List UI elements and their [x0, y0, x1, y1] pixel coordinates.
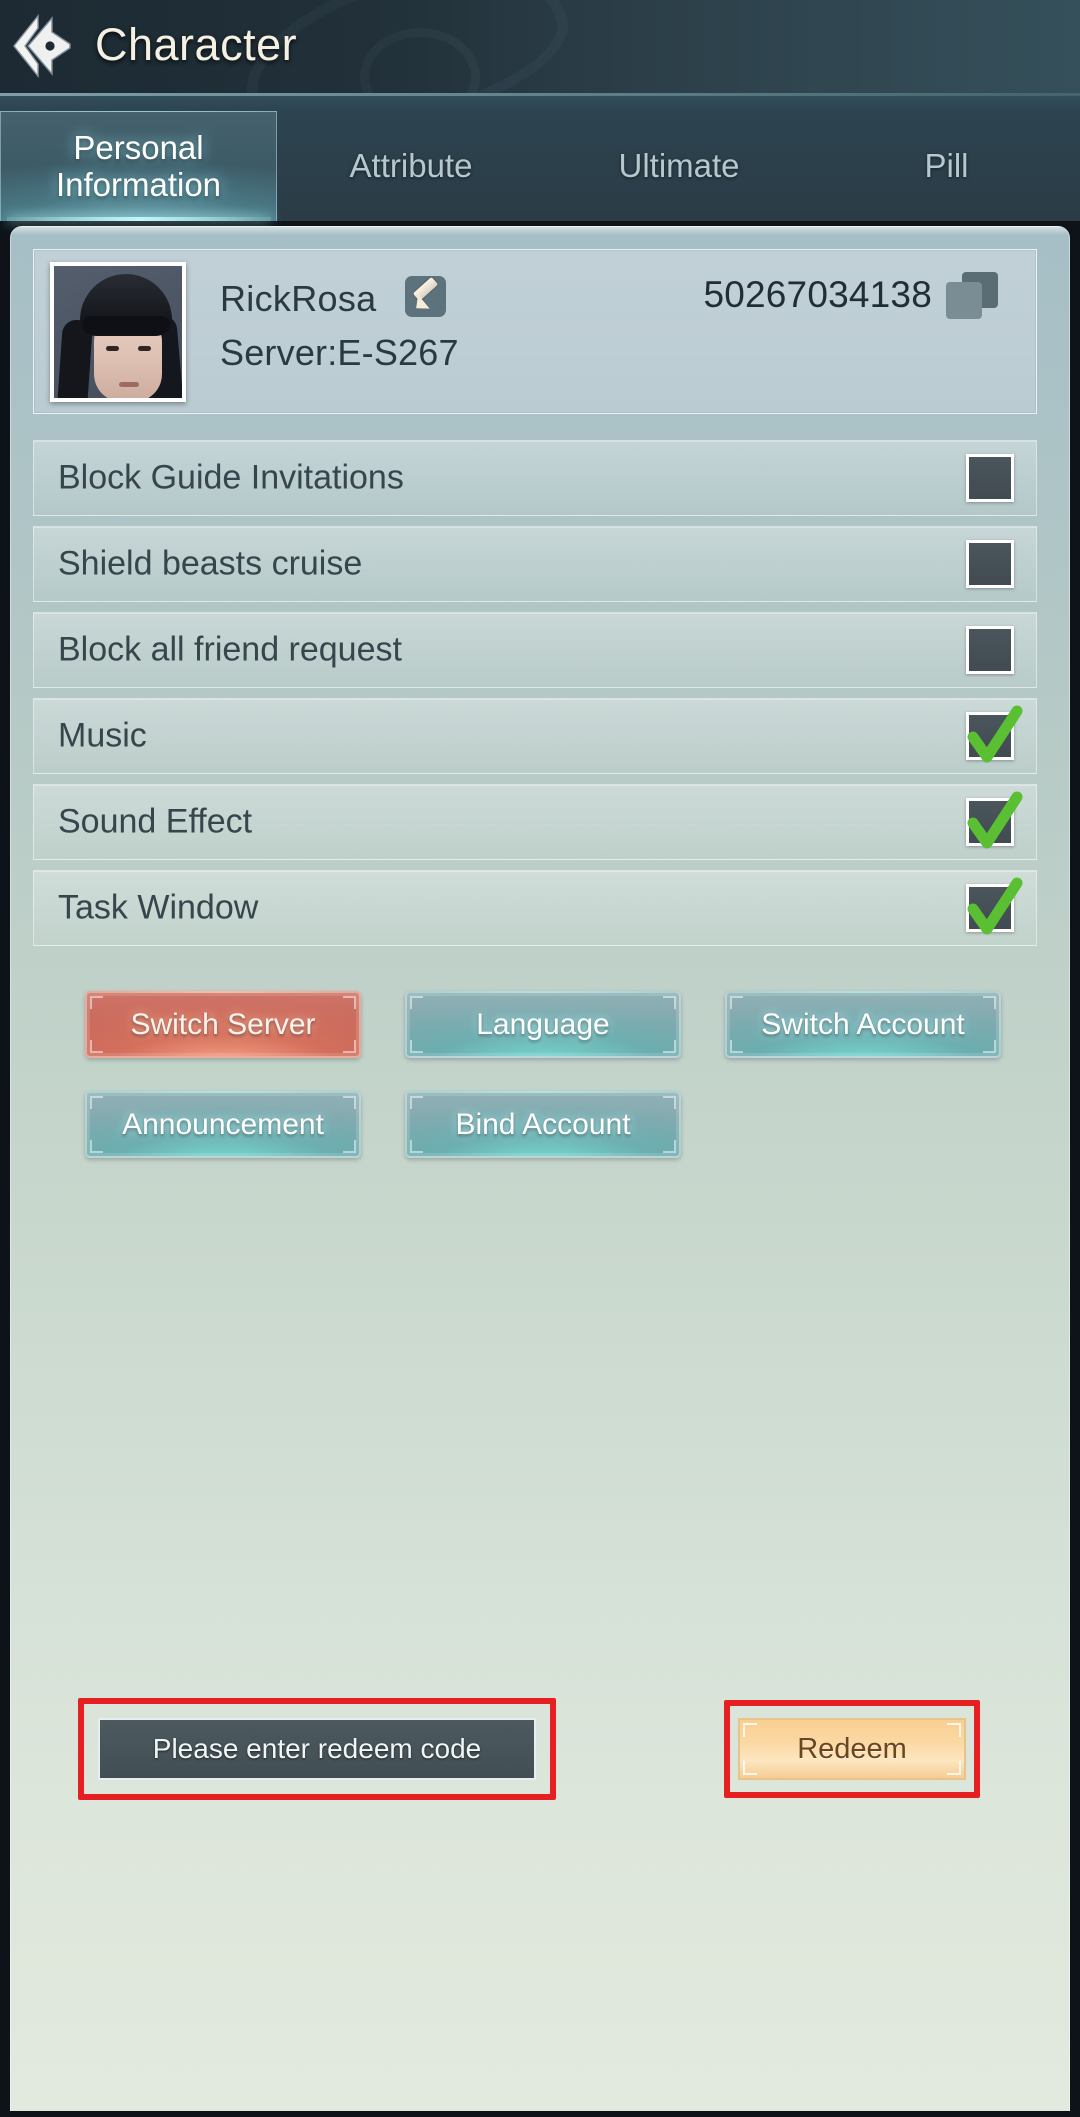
checkbox-music[interactable] — [966, 705, 1023, 763]
setting-label: Block all friend request — [58, 630, 402, 669]
setting-row-task-window[interactable]: Task Window — [33, 870, 1037, 946]
main-panel: RickRosa Server:E-S267 50267034138 Block… — [10, 226, 1070, 2111]
tab-ultimate[interactable]: Ultimate — [545, 111, 813, 221]
switch-account-button[interactable]: Switch Account — [725, 991, 1001, 1058]
tab-ultimate-label: Ultimate — [618, 146, 740, 184]
checkmark-icon — [967, 791, 1023, 849]
tab-pill[interactable]: Pill — [813, 111, 1080, 221]
setting-label: Music — [58, 716, 147, 755]
switch-account-label: Switch Account — [761, 1007, 965, 1041]
player-id: 50267034138 — [703, 274, 932, 315]
setting-row-block-all-friend-request[interactable]: Block all friend request — [33, 612, 1037, 688]
setting-label: Shield beasts cruise — [58, 544, 363, 583]
character-screen: Character Personal Information Attribute… — [0, 0, 1080, 2117]
checkbox-block-all-friend-request[interactable] — [966, 626, 1014, 674]
checkmark-icon — [967, 705, 1023, 763]
setting-row-music[interactable]: Music — [33, 698, 1037, 774]
announcement-button[interactable]: Announcement — [85, 1091, 361, 1158]
setting-row-block-guide-invitations[interactable]: Block Guide Invitations — [33, 440, 1037, 516]
title-bar: Character — [0, 0, 1080, 93]
tab-bar: Personal Information Attribute Ultimate … — [0, 93, 1080, 221]
profile-card: RickRosa Server:E-S267 50267034138 — [33, 249, 1037, 414]
switch-server-label: Switch Server — [130, 1007, 316, 1041]
bind-account-label: Bind Account — [455, 1107, 631, 1141]
bind-account-button[interactable]: Bind Account — [405, 1091, 681, 1158]
pencil-edit-icon[interactable] — [405, 276, 446, 317]
setting-row-sound-effect[interactable]: Sound Effect — [33, 784, 1037, 860]
copy-icon[interactable] — [946, 272, 998, 320]
tab-personal-information[interactable]: Personal Information — [0, 111, 277, 221]
back-arrow-icon[interactable] — [8, 12, 78, 80]
page-title: Character — [95, 19, 298, 70]
language-button[interactable]: Language — [405, 991, 681, 1058]
highlight-box-redeem-button — [724, 1700, 980, 1798]
tab-attribute[interactable]: Attribute — [277, 111, 545, 221]
checkmark-icon — [967, 877, 1023, 935]
announcement-label: Announcement — [122, 1107, 324, 1141]
setting-row-shield-beasts-cruise[interactable]: Shield beasts cruise — [33, 526, 1037, 602]
highlight-box-redeem-input — [78, 1698, 556, 1800]
setting-label: Sound Effect — [58, 802, 253, 841]
player-name: RickRosa — [220, 278, 377, 319]
language-label: Language — [476, 1007, 610, 1041]
server-label: Server:E-S267 — [220, 332, 459, 373]
setting-label: Task Window — [58, 888, 259, 927]
checkbox-task-window[interactable] — [966, 877, 1023, 935]
checkbox-sound-effect[interactable] — [966, 791, 1023, 849]
checkbox-block-guide-invitations[interactable] — [966, 454, 1014, 502]
switch-server-button[interactable]: Switch Server — [85, 991, 361, 1058]
tab-attribute-label: Attribute — [349, 146, 473, 184]
tab-pill-label: Pill — [924, 146, 969, 184]
setting-label: Block Guide Invitations — [58, 458, 404, 497]
avatar[interactable] — [50, 262, 186, 402]
checkbox-shield-beasts-cruise[interactable] — [966, 540, 1014, 588]
tab-personal-information-label: Personal Information — [55, 128, 222, 203]
